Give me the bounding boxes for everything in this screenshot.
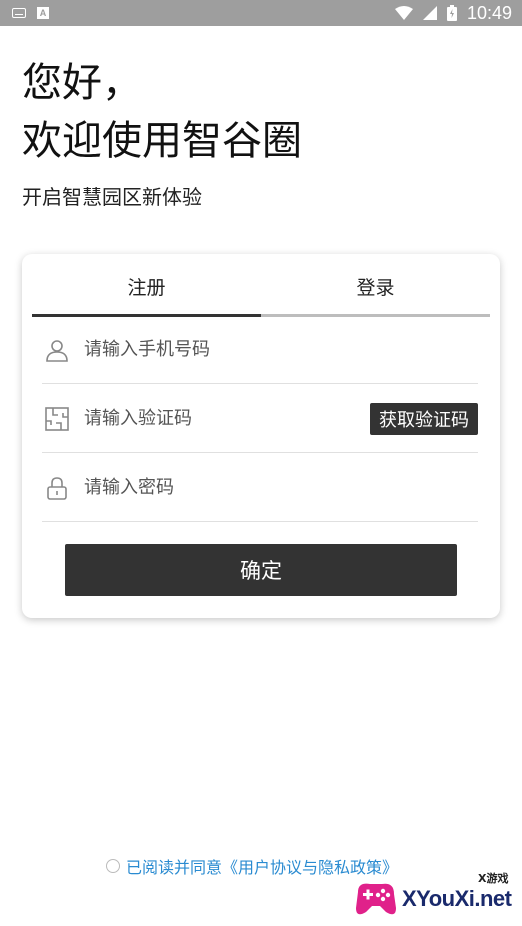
agreement-radio[interactable] [106, 859, 120, 873]
puzzle-icon [44, 406, 70, 432]
greeting-line-1: 您好， [22, 60, 142, 106]
status-bar-left: A [12, 7, 50, 19]
greeting-line-2: 欢迎使用智谷圈 [22, 118, 302, 164]
greeting-subtitle: 开启智慧园区新体验 [22, 185, 202, 209]
battery-icon [446, 5, 457, 21]
confirm-button[interactable]: 确定 [65, 544, 457, 596]
get-code-button[interactable]: 获取验证码 [370, 402, 478, 435]
keyboard-icon [12, 7, 26, 19]
watermark-text: XYouXi.net [402, 886, 512, 911]
auth-card: 注册 登录 获取验证码 [22, 254, 500, 618]
phone-input[interactable] [84, 339, 478, 360]
status-bar: A 10:49 [0, 0, 522, 26]
phone-row [42, 316, 478, 384]
password-input[interactable] [84, 477, 478, 498]
wifi-icon [394, 6, 413, 20]
signal-icon [422, 6, 437, 20]
code-row: 获取验证码 [42, 385, 478, 453]
watermark: X游戏 XYouXi.net [350, 868, 520, 924]
watermark-small-text: X游戏 [478, 872, 509, 885]
gamepad-logo-icon [356, 883, 396, 915]
tab-register[interactable]: 注册 [32, 254, 261, 316]
status-bar-right: 10:49 [394, 2, 512, 24]
lock-icon [44, 475, 70, 501]
a-box-icon: A [36, 7, 50, 19]
tab-login[interactable]: 登录 [261, 254, 490, 316]
user-icon [44, 337, 70, 363]
password-row [42, 454, 478, 522]
auth-tabs: 注册 登录 [32, 254, 490, 316]
status-time: 10:49 [466, 2, 512, 23]
code-input[interactable] [84, 408, 370, 429]
